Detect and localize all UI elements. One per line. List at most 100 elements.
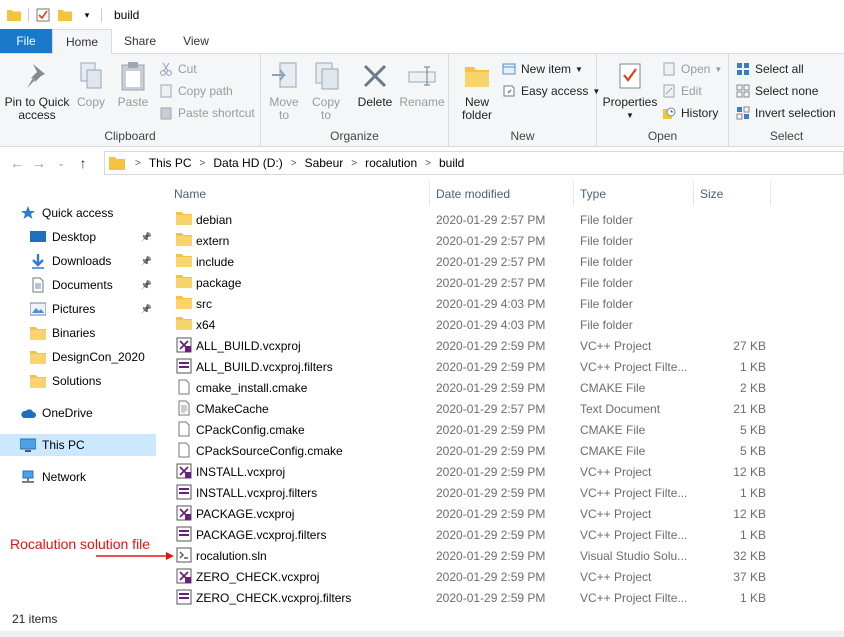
cut-button[interactable]: Cut — [158, 59, 197, 79]
copy-button[interactable]: Copy — [74, 60, 108, 109]
paste-button[interactable]: Paste — [114, 60, 152, 109]
file-row[interactable]: ZERO_CHECK.vcxproj 2020-01-29 2:59 PM VC++… — [170, 566, 844, 587]
file-row[interactable]: CPackSourceConfig.cmake 2020-01-29 2:59 P… — [170, 440, 844, 461]
sidebar-item-solutions[interactable]: Solutions — [0, 370, 156, 392]
sidebar-item-label: Binaries — [52, 326, 96, 340]
sidebar-item-label: DesignCon_2020 — [52, 350, 145, 364]
chevron-right-icon[interactable]: > — [200, 158, 206, 169]
file-row[interactable]: ALL_BUILD.vcxproj.filters 2020-01-29 2:59… — [170, 356, 844, 377]
history-button[interactable]: History — [661, 103, 718, 123]
rename-button[interactable]: Rename — [399, 60, 445, 109]
sidebar-item-downloads[interactable]: Downloads 📌 — [0, 250, 156, 272]
file-row[interactable]: ZERO_CHECK.vcxproj.filters 2020-01-29 2:5… — [170, 587, 844, 608]
file-row[interactable]: PACKAGE.vcxproj 2020-01-29 2:59 PM VC++ Pr… — [170, 503, 844, 524]
pin-to-quick-access-button[interactable]: Pin to Quick access — [4, 60, 70, 122]
edit-button[interactable]: Edit — [661, 81, 702, 101]
paste-shortcut-button[interactable]: Paste shortcut — [158, 103, 255, 123]
copy-path-button[interactable]: Copy path — [158, 81, 233, 101]
easy-access-button[interactable]: Easy access ▼ — [501, 81, 600, 101]
file-row[interactable]: src 2020-01-29 4:03 PM File folder — [170, 293, 844, 314]
sidebar-item-desktop[interactable]: Desktop 📌 — [0, 226, 156, 248]
file-name: include — [196, 254, 235, 269]
file-row[interactable]: include 2020-01-29 2:57 PM File folder — [170, 251, 844, 272]
column-header-type[interactable]: Type — [580, 182, 690, 206]
tab-share[interactable]: Share — [112, 29, 168, 53]
copy-to-icon — [310, 60, 342, 92]
column-header-name[interactable]: Name — [174, 182, 432, 206]
properties-quick-icon[interactable] — [35, 7, 51, 23]
move-to-button[interactable]: Move to — [267, 60, 301, 122]
forward-arrow-icon[interactable]: → — [28, 152, 50, 174]
breadcrumb-build[interactable]: build — [439, 156, 464, 170]
file-size — [700, 209, 766, 230]
back-arrow-icon[interactable]: ← — [6, 152, 28, 174]
file-row[interactable]: INSTALL.vcxproj.filters 2020-01-29 2:59 P… — [170, 482, 844, 503]
easy-access-label: Easy access — [521, 84, 589, 98]
select-none-button[interactable]: Select none — [735, 81, 818, 101]
file-date-modified: 2020-01-29 2:57 PM — [436, 401, 546, 416]
chevron-right-icon[interactable]: > — [351, 158, 357, 169]
sidebar-item-binaries[interactable]: Binaries — [0, 322, 156, 344]
column-header-size[interactable]: Size — [700, 182, 770, 206]
sidebar-item-onedrive[interactable]: OneDrive — [0, 402, 156, 424]
file-row[interactable]: ALL_BUILD.vcxproj 2020-01-29 2:59 PM VC++ … — [170, 335, 844, 356]
pin-icon[interactable]: 📌 — [141, 304, 152, 315]
sidebar-item-pictures[interactable]: Pictures 📌 — [0, 298, 156, 320]
sidebar-item-designcon-2020[interactable]: DesignCon_2020 — [0, 346, 156, 368]
column-divider[interactable] — [573, 182, 574, 206]
file-row[interactable]: cmake_install.cmake 2020-01-29 2:59 PM CMA… — [170, 377, 844, 398]
select-all-button[interactable]: Select all — [735, 59, 804, 79]
sidebar-item-this-pc[interactable]: This PC — [0, 434, 156, 456]
new-folder-button[interactable]: New folder — [457, 60, 497, 122]
file-row[interactable]: debian 2020-01-29 2:57 PM File folder — [170, 209, 844, 230]
file-date-modified: 2020-01-29 4:03 PM — [436, 296, 546, 311]
chevron-right-icon[interactable]: > — [291, 158, 297, 169]
file-row[interactable]: rocalution.sln 2020-01-29 2:59 PM Visual S… — [170, 545, 844, 566]
file-row[interactable]: CMakeCache 2020-01-29 2:57 PM Text Documen… — [170, 398, 844, 419]
documents-icon — [30, 277, 46, 293]
file-date-modified: 2020-01-29 2:59 PM — [436, 506, 546, 521]
column-divider[interactable] — [770, 182, 771, 206]
sidebar-item-documents[interactable]: Documents 📌 — [0, 274, 156, 296]
select-group: Select all Select none Invert selection … — [729, 54, 844, 147]
file-date-modified: 2020-01-29 2:59 PM — [436, 527, 546, 542]
tab-home[interactable]: Home — [52, 29, 112, 54]
breadcrumb-rocalution[interactable]: rocalution — [365, 156, 417, 170]
invert-selection-label: Invert selection — [755, 106, 836, 120]
file-type: VC++ Project — [580, 506, 652, 521]
address-bar[interactable]: > This PC > Data HD (D:) > Sabeur > roca… — [104, 151, 844, 175]
file-row[interactable]: x64 2020-01-29 4:03 PM File folder — [170, 314, 844, 335]
column-divider[interactable] — [693, 182, 694, 206]
pin-icon[interactable]: 📌 — [141, 232, 152, 243]
file-row[interactable]: package 2020-01-29 2:57 PM File folder — [170, 272, 844, 293]
pin-icon[interactable]: 📌 — [141, 280, 152, 291]
chevron-right-icon[interactable]: > — [425, 158, 431, 169]
file-row[interactable]: CPackConfig.cmake 2020-01-29 2:59 PM CMAKE… — [170, 419, 844, 440]
recent-locations-icon[interactable]: ⌄ — [50, 152, 72, 174]
file-row[interactable]: extern 2020-01-29 2:57 PM File folder — [170, 230, 844, 251]
invert-selection-button[interactable]: Invert selection — [735, 103, 836, 123]
clipboard-group: Pin to Quick access Copy Paste Cut Copy … — [0, 54, 261, 147]
tab-view[interactable]: View — [168, 29, 224, 53]
column-header-date[interactable]: Date modified — [436, 182, 576, 206]
new-item-button[interactable]: New item ▼ — [501, 59, 583, 79]
new-folder-quick-icon[interactable] — [57, 7, 73, 23]
breadcrumb-data-hd[interactable]: Data HD (D:) — [213, 156, 282, 170]
breadcrumb-this-pc[interactable]: This PC — [149, 156, 192, 170]
file-size: 12 KB — [733, 506, 766, 521]
breadcrumb-sabeur[interactable]: Sabeur — [305, 156, 344, 170]
up-arrow-icon[interactable]: ↑ — [72, 152, 94, 174]
file-row[interactable]: INSTALL.vcxproj 2020-01-29 2:59 PM VC++ Pr… — [170, 461, 844, 482]
sidebar-item-network[interactable]: Network — [0, 466, 156, 488]
column-divider[interactable] — [429, 182, 430, 206]
pin-icon[interactable]: 📌 — [141, 256, 152, 267]
customize-toolbar-icon[interactable]: ▾ — [79, 7, 95, 23]
properties-button[interactable]: Properties ▼ — [601, 60, 659, 122]
sidebar-item-quick-access[interactable]: Quick access — [0, 202, 156, 224]
copy-to-button[interactable]: Copy to — [309, 60, 343, 122]
tab-file[interactable]: File — [0, 29, 52, 53]
file-row[interactable]: PACKAGE.vcxproj.filters 2020-01-29 2:59 P… — [170, 524, 844, 545]
open-button[interactable]: Open ▼ — [661, 59, 722, 79]
delete-button[interactable]: Delete — [355, 60, 395, 109]
download-icon — [30, 253, 46, 269]
